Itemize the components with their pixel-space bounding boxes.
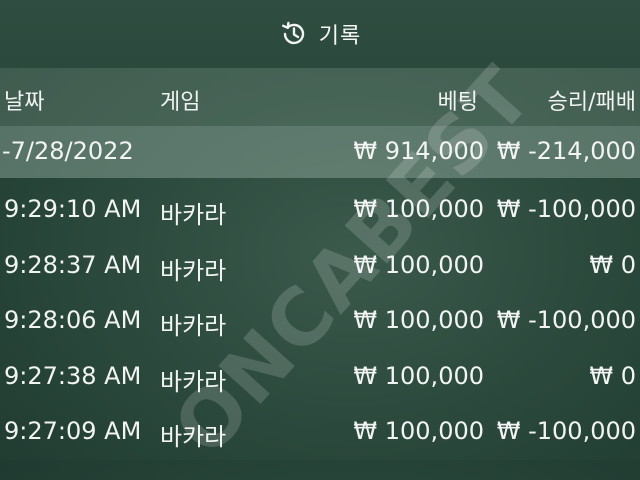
- row-win-loss: ₩ 0: [589, 361, 636, 390]
- row-game: 바카라: [160, 201, 227, 229]
- table-header: 날짜 게임 베팅 승리/패배: [0, 68, 640, 126]
- row-win-loss: ₩ -100,000: [496, 195, 636, 223]
- column-header-game[interactable]: 게임: [160, 84, 200, 116]
- row-game: 바카라: [160, 367, 227, 396]
- title-bar: 기록: [0, 0, 640, 68]
- row-time: 9:27:09 AM: [4, 417, 142, 445]
- row-bet: ₩ 100,000: [353, 195, 484, 223]
- row-time: 9:27:38 AM: [4, 361, 142, 390]
- column-header-date[interactable]: 날짜: [4, 84, 44, 116]
- row-win-loss: ₩ 0: [589, 250, 636, 279]
- row-win-loss: ₩ -100,000: [496, 417, 636, 445]
- row-time: 9:28:06 AM: [4, 306, 142, 334]
- table-row[interactable]: 9:27:09 AM 바카라 ₩ 100,000 ₩ -100,000: [0, 400, 640, 456]
- history-list: 9:29:10 AM 바카라 ₩ 100,000 ₩ -100,000 9:28…: [0, 178, 640, 456]
- row-bet: ₩ 100,000: [353, 417, 484, 445]
- table-row[interactable]: 9:27:38 AM 바카라 ₩ 100,000 ₩ 0: [0, 345, 640, 401]
- row-game: 바카라: [160, 256, 227, 285]
- row-time: 9:28:37 AM: [4, 250, 142, 279]
- row-bet: ₩ 100,000: [353, 250, 484, 279]
- summary-date: -7/28/2022: [2, 137, 134, 165]
- table-row[interactable]: 9:28:37 AM 바카라 ₩ 100,000 ₩ 0: [0, 234, 640, 290]
- history-icon: [279, 19, 309, 49]
- row-time: 9:29:10 AM: [4, 195, 142, 223]
- summary-bet-total: ₩ 914,000: [353, 137, 484, 165]
- column-header-win-loss[interactable]: 승리/패배: [548, 84, 636, 116]
- title-group: 기록: [279, 18, 361, 50]
- table-row[interactable]: 9:29:10 AM 바카라 ₩ 100,000 ₩ -100,000: [0, 178, 640, 234]
- row-bet: ₩ 100,000: [353, 361, 484, 390]
- date-summary-row[interactable]: -7/28/2022 ₩ 914,000 ₩ -214,000: [0, 126, 640, 178]
- column-header-bet[interactable]: 베팅: [438, 84, 478, 116]
- page-title: 기록: [318, 24, 362, 49]
- table-row[interactable]: 9:28:06 AM 바카라 ₩ 100,000 ₩ -100,000: [0, 289, 640, 345]
- row-game: 바카라: [160, 312, 227, 340]
- row-game: 바카라: [160, 423, 227, 451]
- row-win-loss: ₩ -100,000: [496, 306, 636, 334]
- row-bet: ₩ 100,000: [353, 306, 484, 334]
- summary-win-loss-total: ₩ -214,000: [496, 137, 636, 165]
